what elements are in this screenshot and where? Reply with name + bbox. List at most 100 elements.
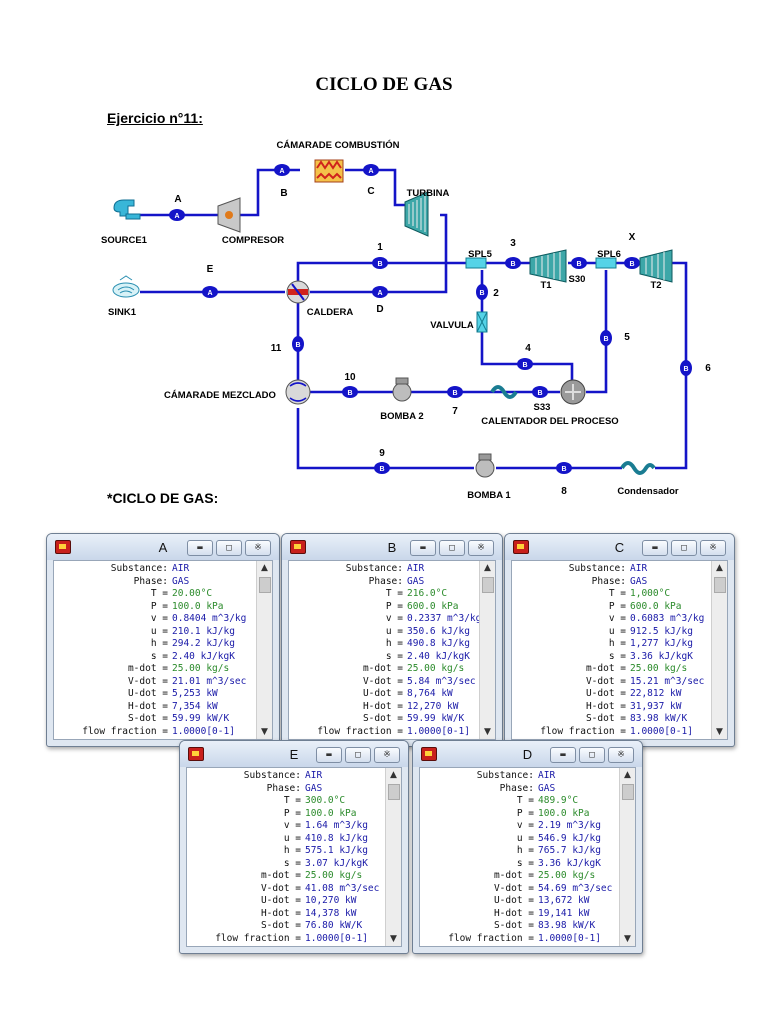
property-value[interactable]: 21.01 m^3/sec	[168, 676, 246, 689]
property-value[interactable]: 600.0 kPa	[403, 601, 458, 614]
property-value[interactable]: 1.0000[0-1]	[301, 933, 368, 946]
property-value[interactable]: 2.40 kJ/kgK	[168, 651, 235, 664]
close-icon[interactable]: ※	[374, 747, 400, 763]
maximize-icon[interactable]: □	[216, 540, 242, 556]
maximize-icon[interactable]: □	[671, 540, 697, 556]
property-value[interactable]: 3.07 kJ/kgK	[301, 858, 368, 871]
property-value[interactable]: 1,277 kJ/kg	[626, 638, 693, 651]
property-value[interactable]: 1.0000[0-1]	[534, 933, 601, 946]
close-icon[interactable]: ※	[700, 540, 726, 556]
minimize-icon[interactable]: ▬	[642, 540, 668, 556]
property-value[interactable]: 210.1 kJ/kg	[168, 626, 235, 639]
maximize-icon[interactable]: □	[579, 747, 605, 763]
property-value[interactable]: 912.5 kJ/kg	[626, 626, 693, 639]
property-value[interactable]: 300.0°C	[301, 795, 345, 808]
property-value[interactable]: 15.21 m^3/sec	[626, 676, 704, 689]
stream-window-b[interactable]: B ▬ □ ※ Substance: AIR Phase: GAS T = 216.0°C P = 6…	[281, 533, 503, 747]
property-value[interactable]: AIR	[534, 770, 555, 783]
property-value[interactable]: 12,270 kW	[403, 701, 458, 714]
property-value[interactable]: 1.0000[0-1]	[626, 726, 693, 739]
scroll-up-icon[interactable]: ▲	[620, 768, 635, 782]
property-value[interactable]: 546.9 kJ/kg	[534, 833, 601, 846]
property-value[interactable]: GAS	[168, 576, 189, 589]
stream-window-a[interactable]: A ▬ □ ※ Substance: AIR Phase: GAS T = 20.00°C P = 1…	[46, 533, 280, 747]
scrollbar[interactable]: ▲ ▼	[619, 768, 635, 946]
property-value[interactable]: 216.0°C	[403, 588, 447, 601]
property-value[interactable]: 83.98 kW/K	[626, 713, 687, 726]
maximize-icon[interactable]: □	[345, 747, 371, 763]
property-value[interactable]: 83.98 kW/K	[534, 920, 595, 933]
property-value[interactable]: 100.0 kPa	[301, 808, 356, 821]
property-value[interactable]: AIR	[626, 563, 647, 576]
minimize-icon[interactable]: ▬	[316, 747, 342, 763]
property-value[interactable]: 3.36 kJ/kgK	[534, 858, 601, 871]
property-value[interactable]: 600.0 kPa	[626, 601, 681, 614]
property-value[interactable]: 25.00 kg/s	[301, 870, 362, 883]
property-value[interactable]: GAS	[301, 783, 322, 796]
property-value[interactable]: 25.00 kg/s	[168, 663, 229, 676]
property-value[interactable]: 25.00 kg/s	[403, 663, 464, 676]
property-value[interactable]: 25.00 kg/s	[626, 663, 687, 676]
property-value[interactable]: 490.8 kJ/kg	[403, 638, 470, 651]
property-value[interactable]: 54.69 m^3/sec	[534, 883, 612, 896]
title-bar[interactable]: E ▬ □ ※	[180, 741, 408, 767]
close-icon[interactable]: ※	[468, 540, 494, 556]
property-value[interactable]: 489.9°C	[534, 795, 578, 808]
scrollbar[interactable]: ▲ ▼	[479, 561, 495, 739]
scrollbar[interactable]: ▲ ▼	[385, 768, 401, 946]
property-value[interactable]: GAS	[626, 576, 647, 589]
scroll-down-icon[interactable]: ▼	[712, 725, 727, 739]
property-value[interactable]: 1,000°C	[626, 588, 670, 601]
property-value[interactable]: 59.99 kW/K	[168, 713, 229, 726]
scroll-up-icon[interactable]: ▲	[480, 561, 495, 575]
property-value[interactable]: 294.2 kJ/kg	[168, 638, 235, 651]
property-value[interactable]: 59.99 kW/K	[403, 713, 464, 726]
property-value[interactable]: 41.08 m^3/sec	[301, 883, 379, 896]
scroll-thumb[interactable]	[259, 577, 271, 593]
property-value[interactable]: 19,141 kW	[534, 908, 589, 921]
property-value[interactable]: 1.64 m^3/kg	[301, 820, 368, 833]
property-value[interactable]: 0.2337 m^3/kg	[403, 613, 481, 626]
property-value[interactable]: AIR	[168, 563, 189, 576]
stream-window-e[interactable]: E ▬ □ ※ Substance: AIR Phase: GAS T = 300.0°C P = 1…	[179, 740, 409, 954]
close-icon[interactable]: ※	[245, 540, 271, 556]
scroll-up-icon[interactable]: ▲	[386, 768, 401, 782]
minimize-icon[interactable]: ▬	[187, 540, 213, 556]
property-value[interactable]: 1.0000[0-1]	[168, 726, 235, 739]
title-bar[interactable]: C ▬ □ ※	[505, 534, 734, 560]
property-value[interactable]: 2.40 kJ/kgK	[403, 651, 470, 664]
minimize-icon[interactable]: ▬	[410, 540, 436, 556]
property-value[interactable]: 0.6083 m^3/kg	[626, 613, 704, 626]
title-bar[interactable]: B ▬ □ ※	[282, 534, 502, 560]
scroll-down-icon[interactable]: ▼	[257, 725, 272, 739]
title-bar[interactable]: D ▬ □ ※	[413, 741, 642, 767]
scroll-thumb[interactable]	[388, 784, 400, 800]
scrollbar[interactable]: ▲ ▼	[711, 561, 727, 739]
property-value[interactable]: 76.80 kW/K	[301, 920, 362, 933]
scroll-up-icon[interactable]: ▲	[257, 561, 272, 575]
property-value[interactable]: 31,937 kW	[626, 701, 681, 714]
property-value[interactable]: 7,354 kW	[168, 701, 218, 714]
title-bar[interactable]: A ▬ □ ※	[47, 534, 279, 560]
property-value[interactable]: 22,812 kW	[626, 688, 681, 701]
scrollbar[interactable]: ▲ ▼	[256, 561, 272, 739]
minimize-icon[interactable]: ▬	[550, 747, 576, 763]
property-value[interactable]: 0.8404 m^3/kg	[168, 613, 246, 626]
property-value[interactable]: 13,672 kW	[534, 895, 589, 908]
property-value[interactable]: GAS	[534, 783, 555, 796]
property-value[interactable]: AIR	[403, 563, 424, 576]
property-value[interactable]: 20.00°C	[168, 588, 212, 601]
property-value[interactable]: AIR	[301, 770, 322, 783]
property-value[interactable]: 575.1 kJ/kg	[301, 845, 368, 858]
property-value[interactable]: 25.00 kg/s	[534, 870, 595, 883]
scroll-thumb[interactable]	[714, 577, 726, 593]
stream-window-d[interactable]: D ▬ □ ※ Substance: AIR Phase: GAS T = 489.9°C P = 1…	[412, 740, 643, 954]
scroll-thumb[interactable]	[482, 577, 494, 593]
property-value[interactable]: 765.7 kJ/kg	[534, 845, 601, 858]
property-value[interactable]: 350.6 kJ/kg	[403, 626, 470, 639]
scroll-up-icon[interactable]: ▲	[712, 561, 727, 575]
property-value[interactable]: 5,253 kW	[168, 688, 218, 701]
maximize-icon[interactable]: □	[439, 540, 465, 556]
property-value[interactable]: GAS	[403, 576, 424, 589]
property-value[interactable]: 8,764 kW	[403, 688, 453, 701]
